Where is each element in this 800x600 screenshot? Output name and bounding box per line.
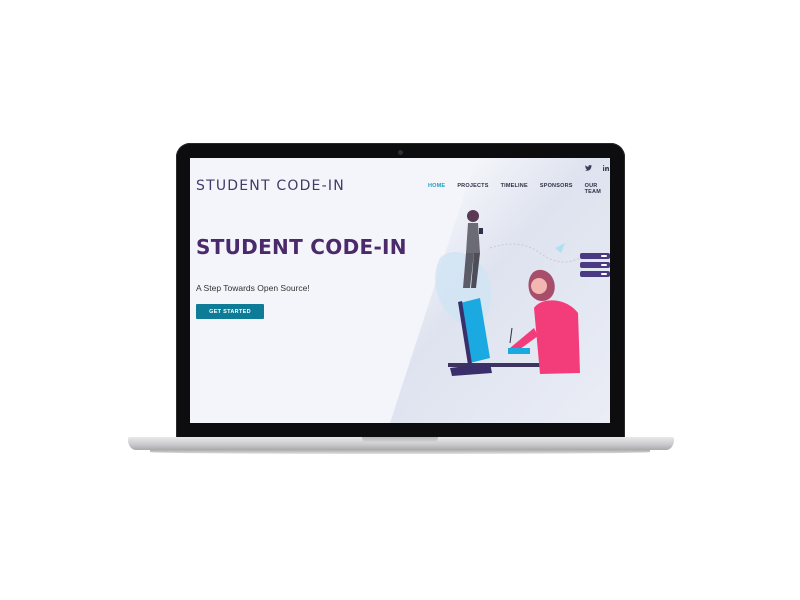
laptop-base-shadow [150,450,650,454]
get-started-button[interactable]: GET STARTED [196,304,264,319]
nav-sponsors[interactable]: SPONSORS [540,183,573,195]
main-nav: HOME PROJECTS TIMELINE SPONSORS OUR TEAM [428,183,610,195]
twitter-icon[interactable] [584,164,592,172]
nav-projects[interactable]: PROJECTS [457,183,488,195]
social-links [584,164,610,172]
camera-dot [398,150,403,155]
server-unit [580,262,610,268]
laptop-notch [362,437,438,443]
hero-subtitle: A Step Towards Open Source! [196,283,310,293]
hero-title: STUDENT CODE-IN [196,235,407,259]
nav-our-team[interactable]: OUR TEAM [585,183,610,195]
nav-timeline[interactable]: TIMELINE [501,183,528,195]
nav-home[interactable]: HOME [428,183,445,195]
site-brand[interactable]: STUDENT CODE-IN [196,178,345,194]
server-unit [580,271,610,277]
hero-illustration [430,198,610,423]
linkedin-icon[interactable] [602,164,610,172]
website-screen: STUDENT CODE-IN HOME PROJECTS TIMELINE S… [190,158,610,423]
server-unit [580,253,610,259]
server-stack-graphic [580,253,610,280]
laptop-mockup: STUDENT CODE-IN HOME PROJECTS TIMELINE S… [0,0,800,600]
